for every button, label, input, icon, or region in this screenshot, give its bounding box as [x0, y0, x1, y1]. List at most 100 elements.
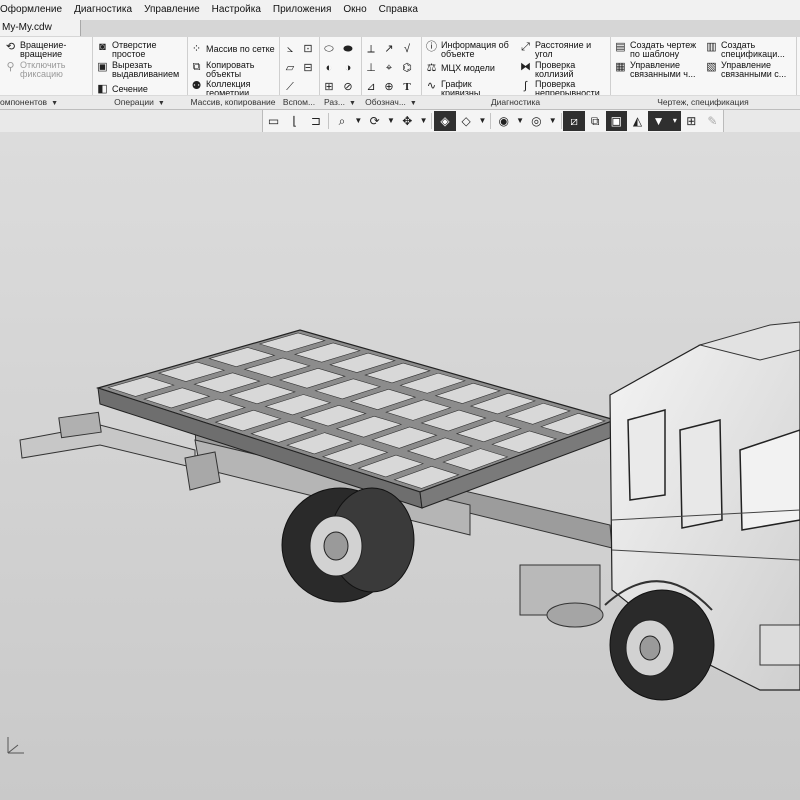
- menu-help[interactable]: Справка: [373, 0, 424, 20]
- manage-linked-specs-button[interactable]: ▧ Управление связанными с...: [705, 61, 786, 79]
- axes-icon: [7, 737, 24, 754]
- distance-angle-button[interactable]: ⤢ Расстояние и угол: [519, 41, 591, 59]
- group-components: ⟲ Вращение-вращение ⚲ Отключить фиксацию …: [0, 37, 93, 109]
- orientation-icon[interactable]: ⊐: [305, 111, 326, 131]
- mass-properties-button[interactable]: ⚖ МЦХ модели: [425, 62, 495, 75]
- linked-specs-icon: ▧: [706, 61, 717, 73]
- copy-icon: ⧉: [192, 61, 201, 73]
- aux-plane-icon[interactable]: ▱: [283, 61, 297, 75]
- slice-icon[interactable]: ⊞: [322, 80, 336, 94]
- distance-label-2: угол: [535, 49, 553, 59]
- visibility-dropdown-icon[interactable]: ▼: [514, 111, 526, 131]
- hide-icon[interactable]: ▣: [605, 111, 627, 131]
- position-icon[interactable]: ⊕: [382, 80, 396, 94]
- menu-format[interactable]: Оформление: [0, 0, 68, 20]
- rotate-dropdown-icon[interactable]: ▼: [385, 111, 397, 131]
- distance-icon: ⤢: [521, 41, 530, 53]
- aux-point-icon[interactable]: ⊡: [301, 42, 315, 56]
- group-array: ⁘ Массив по сетке ⧉ Копировать объекты ⚉ …: [187, 37, 280, 109]
- view-toolbar: ▭ ⌊ ⊐ ⌕ ▼ ⟳ ▼ ✥ ▼ ◈ ◇ ▼ ◉ ▼ ◎ ▼ ⧄ ⧉ ▣ ◭ …: [262, 110, 724, 133]
- aux-offset-icon[interactable]: ⊟: [301, 61, 315, 75]
- aux-axis-icon[interactable]: ⦣: [283, 42, 297, 56]
- mark-icon[interactable]: ⌬: [400, 61, 414, 75]
- unfix-button[interactable]: ⚲ Отключить фиксацию: [4, 61, 65, 79]
- menu-window[interactable]: Окно: [337, 0, 372, 20]
- split-icon[interactable]: ⬬: [341, 42, 355, 56]
- hole-button[interactable]: ◙ Отверстие простое: [96, 41, 156, 59]
- roughness-icon[interactable]: √: [400, 42, 414, 56]
- document-tab-bar: My-My.cdw: [0, 20, 800, 38]
- layers-icon[interactable]: ⧉: [585, 111, 606, 131]
- trim-icon[interactable]: ⊘: [341, 80, 355, 94]
- zoom-icon[interactable]: ⌕: [331, 111, 352, 131]
- object-info-button[interactable]: ⓘ Информация об объекте: [425, 41, 509, 59]
- expand-arrow-icon[interactable]: ▼: [349, 100, 356, 107]
- collection-icon: ⚉: [191, 80, 202, 92]
- document-tab[interactable]: My-My.cdw: [0, 20, 81, 36]
- group-components-label-text: омпонентов: [0, 97, 48, 107]
- tolerance-icon[interactable]: ⌖: [382, 61, 396, 75]
- pencil-icon[interactable]: ✎: [702, 111, 723, 131]
- corner-icon[interactable]: ⌊: [284, 111, 305, 131]
- group-label-partial: [796, 95, 800, 109]
- visibility-icon[interactable]: ◉: [493, 111, 514, 131]
- model-viewport[interactable]: [0, 132, 800, 800]
- dimension-icon[interactable]: ⟂: [364, 42, 378, 56]
- pan-icon[interactable]: ✥: [397, 111, 418, 131]
- linked-drawings-icon: ▦: [615, 61, 626, 73]
- zoom-dropdown-icon[interactable]: ▼: [353, 111, 365, 131]
- group-partial: [796, 37, 800, 109]
- group-label-marks: Обознач... ▼: [361, 95, 421, 109]
- truck-model-render: [19, 321, 800, 701]
- group-marks-label-text: Обознач...: [365, 97, 406, 107]
- rotate-view-icon[interactable]: ⟳: [364, 111, 385, 131]
- create-drawing-button[interactable]: ▤ Создать чертеж по шаблону: [614, 41, 696, 59]
- mirror-icon[interactable]: ◐: [322, 61, 336, 75]
- leader-icon[interactable]: ↗: [382, 42, 396, 56]
- expand-arrow-icon[interactable]: ▼: [410, 100, 417, 107]
- filter-dropdown-icon[interactable]: ▾: [669, 111, 681, 131]
- sketch-icon[interactable]: ▭: [263, 111, 284, 131]
- copy-objects-button[interactable]: ⧉ Копировать объекты: [190, 61, 255, 79]
- break-icon[interactable]: ◑: [341, 61, 355, 75]
- render-icon[interactable]: ◭: [627, 111, 648, 131]
- display-mode-icon[interactable]: ◎: [526, 111, 547, 131]
- wireframe-icon[interactable]: ◇: [456, 111, 477, 131]
- manage-linked-drawings-button[interactable]: ▦ Управление связанными ч...: [614, 61, 696, 79]
- section-plane-icon[interactable]: ⬭: [322, 42, 336, 56]
- expand-arrow-icon[interactable]: ▼: [51, 100, 58, 107]
- rotate-icon: ⟲: [5, 41, 16, 53]
- menu-applications[interactable]: Приложения: [267, 0, 338, 20]
- grid-array-icon: ⁘: [191, 43, 202, 55]
- cut-extrude-button[interactable]: ▣ Вырезать выдавливанием: [96, 61, 179, 79]
- collision-check-button[interactable]: ⧓ Проверка коллизий: [519, 61, 575, 79]
- grid-array-button[interactable]: ⁘ Массив по сетке: [190, 43, 275, 56]
- pan-dropdown-icon[interactable]: ▼: [418, 111, 430, 131]
- aux-line-icon[interactable]: ⟋: [283, 80, 297, 94]
- base-icon[interactable]: ⊥: [364, 61, 378, 75]
- cube-view-icon[interactable]: ◈: [434, 111, 456, 131]
- create-specification-button[interactable]: ▥ Создать спецификаци...: [705, 41, 785, 59]
- menu-diagnostics[interactable]: Диагностика: [68, 0, 138, 20]
- menu-settings[interactable]: Настройка: [206, 0, 267, 20]
- axes-triad: [4, 733, 28, 760]
- expand-arrow-icon[interactable]: ▼: [158, 100, 165, 107]
- specification-icon: ▥: [706, 41, 717, 53]
- group-label-aux: Вспом...: [279, 95, 319, 109]
- group-label-array: Массив, копирование: [187, 95, 279, 109]
- view-dropdown-icon[interactable]: ▼: [477, 111, 489, 131]
- weld-icon[interactable]: ⊿: [364, 80, 378, 94]
- manage-linked-label-2: связанными ч...: [630, 69, 696, 79]
- properties-icon[interactable]: ⊞: [681, 111, 702, 131]
- copy-label-2: объекты: [206, 69, 242, 79]
- group-array-label-text: Массив, копирование: [190, 97, 276, 107]
- ribbon: ⟲ Вращение-вращение ⚲ Отключить фиксацию …: [0, 37, 800, 110]
- filter-icon[interactable]: ▼: [648, 111, 670, 131]
- group-drawing: ▤ Создать чертеж по шаблону ▦ Управление с…: [610, 37, 797, 109]
- display-dropdown-icon[interactable]: ▼: [547, 111, 559, 131]
- rotate-button[interactable]: ⟲ Вращение-вращение: [4, 41, 66, 59]
- text-icon[interactable]: T: [400, 80, 414, 94]
- hole-label-2: простое: [112, 49, 146, 59]
- section-view-icon[interactable]: ⧄: [563, 111, 585, 131]
- menu-management[interactable]: Управление: [138, 0, 206, 20]
